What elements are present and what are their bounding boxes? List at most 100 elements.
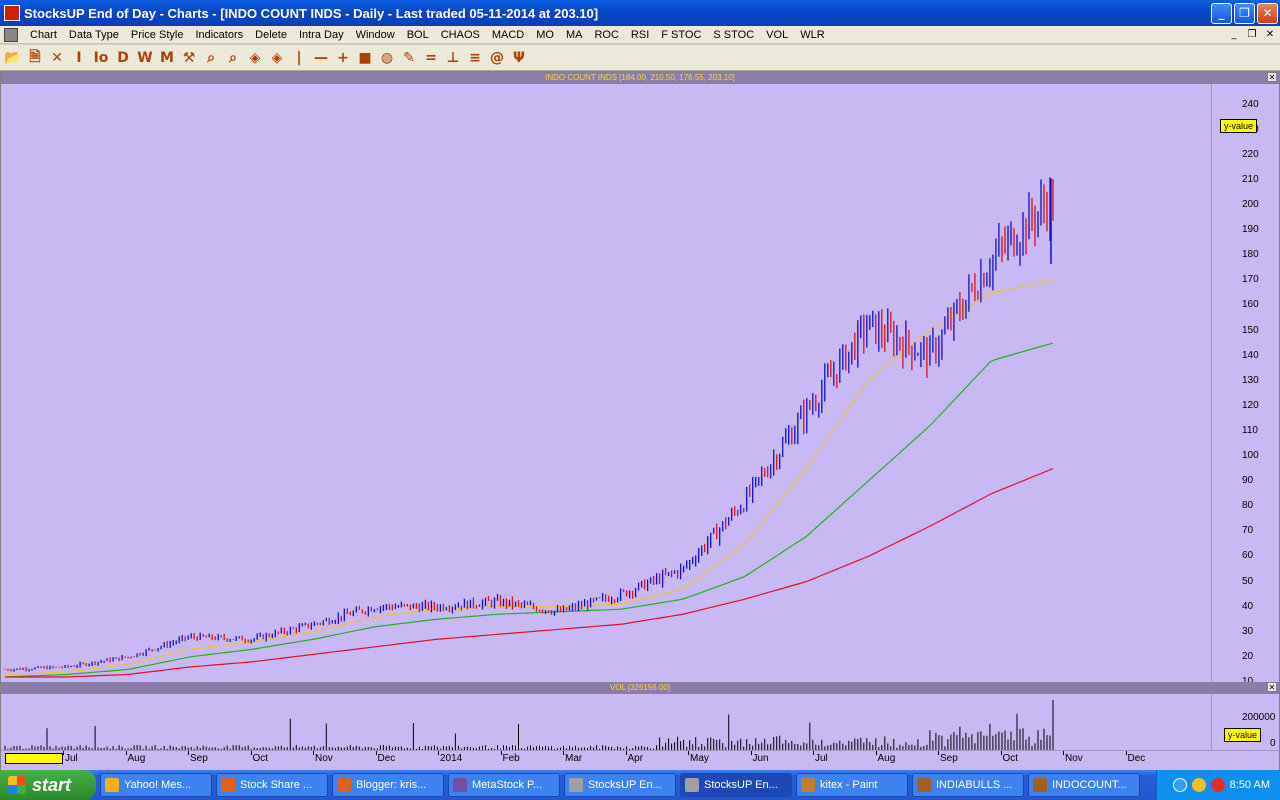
taskbar-item[interactable]: Stock Share ... — [216, 773, 328, 797]
taskbar-item[interactable]: INDOCOUNT... — [1028, 773, 1140, 797]
rect-icon[interactable]: ■ — [354, 47, 376, 69]
menu-ma[interactable]: MA — [560, 29, 589, 41]
alert-icon[interactable] — [1210, 778, 1225, 792]
price-y-axis: 2402302202102001901801701601501401301201… — [1211, 84, 1279, 687]
y-tick-label: 100 — [1242, 450, 1259, 462]
restore-button[interactable]: ❐ — [1234, 2, 1255, 24]
y-tick-label: 110 — [1242, 424, 1258, 436]
taskbar-item-label: Yahoo! Mes... — [124, 779, 192, 791]
diamond-icon[interactable]: ◈ — [244, 47, 266, 69]
taskbar-item[interactable]: Blogger: kris... — [332, 773, 444, 797]
lo-icon[interactable]: Io — [90, 47, 112, 69]
menu-window[interactable]: Window — [350, 29, 401, 41]
menu-s-stoc[interactable]: S STOC — [707, 29, 760, 41]
x-tick-mark — [188, 751, 189, 755]
taskbar-app-icon — [801, 778, 815, 792]
taskbar-item[interactable]: StocksUP En... — [564, 773, 676, 797]
y-tick-label: 60 — [1242, 550, 1254, 562]
x-tick-mark — [1125, 751, 1127, 755]
menu-macd[interactable]: MACD — [486, 29, 530, 41]
taskbar-item-label: Blogger: kris... — [356, 779, 427, 791]
taskbar-item-label: MetaStock P... — [472, 779, 543, 791]
menu-wlr[interactable]: WLR — [794, 29, 830, 41]
menu-delete[interactable]: Delete — [249, 29, 293, 41]
series-ma_mid — [4, 342, 1054, 678]
taskbar-item[interactable]: StocksUP En... — [680, 773, 792, 797]
globe-icon[interactable]: ◍ — [376, 47, 398, 69]
zoom-in-icon[interactable]: ⌕ — [200, 47, 222, 69]
volume-y-value-tag: y-value — [1224, 728, 1262, 742]
delete-icon[interactable]: ✕ — [46, 47, 68, 69]
x-scroll-marker[interactable] — [5, 753, 63, 764]
menu-intra-day[interactable]: Intra Day — [293, 29, 350, 41]
x-tick-mark — [1063, 751, 1064, 755]
perp-icon[interactable]: ⊥ — [442, 47, 464, 69]
at-icon[interactable]: @ — [486, 47, 508, 69]
task-list: Yahoo! Mes... Stock Share ... Blogger: kri… — [96, 773, 1140, 797]
menu-bol[interactable]: BOL — [401, 29, 435, 41]
menu-chaos[interactable]: CHAOS — [435, 29, 486, 41]
price-panel-close-button[interactable]: ✕ — [1267, 72, 1277, 82]
messenger-icon[interactable] — [1191, 778, 1206, 792]
series-ma_long — [5, 468, 1054, 678]
i-icon[interactable]: I — [68, 47, 90, 69]
y-tick-label: 20 — [1242, 650, 1254, 662]
hammer-icon[interactable]: ⚒ — [178, 47, 200, 69]
minimize-button[interactable]: _ — [1211, 2, 1232, 24]
close-button[interactable]: ✕ — [1257, 2, 1278, 24]
y-tick-label: 200 — [1242, 198, 1259, 210]
x-tick-mark — [938, 751, 939, 755]
eq-icon[interactable]: = — [420, 47, 442, 69]
menu-price-style[interactable]: Price Style — [125, 29, 190, 41]
taskbar-item[interactable]: INDIABULLS ... — [912, 773, 1024, 797]
taskbar-item[interactable]: MetaStock P... — [448, 773, 560, 797]
taskbar-item[interactable]: kitex - Paint — [796, 773, 908, 797]
menu-chart[interactable]: Chart — [24, 29, 63, 41]
taskbar-item[interactable]: Yahoo! Mes... — [100, 773, 212, 797]
taskbar-item-label: INDIABULLS ... — [936, 779, 1013, 791]
volume-y-axis: 200000 y-value 0 — [1211, 694, 1279, 750]
vline-icon[interactable]: | — [288, 47, 310, 69]
child-minimize-button[interactable]: _ — [1226, 28, 1242, 42]
volume-tick-label: 200000 — [1242, 712, 1276, 723]
child-restore-button[interactable]: ❐ — [1244, 28, 1260, 42]
w-icon[interactable]: W — [134, 47, 156, 69]
y-tick-label: 50 — [1242, 575, 1254, 587]
volume-panel-title: VOL [326156.00] — [609, 683, 671, 692]
x-tick-label: Jul — [65, 753, 78, 764]
menu-data-type[interactable]: Data Type — [63, 29, 125, 41]
menu-roc[interactable]: ROC — [588, 29, 624, 41]
hline-icon[interactable]: — — [310, 47, 332, 69]
x-tick-mark — [500, 751, 502, 755]
m-icon[interactable]: M — [156, 47, 178, 69]
pen-icon[interactable]: ✎ — [398, 47, 420, 69]
x-tick-mark — [813, 751, 814, 755]
menu-vol[interactable]: VOL — [760, 29, 794, 41]
x-tick-mark — [313, 751, 314, 755]
network-icon[interactable] — [1172, 778, 1187, 792]
fib-icon[interactable]: ≡ — [464, 47, 486, 69]
document-icon[interactable] — [4, 27, 18, 42]
zoom-out-icon[interactable]: ⌕ — [222, 47, 244, 69]
x-tick-label: Apr — [627, 753, 644, 764]
menu-mo[interactable]: MO — [530, 29, 560, 41]
psi-icon[interactable]: Ψ — [508, 47, 530, 69]
x-tick-mark — [875, 751, 877, 755]
open-icon[interactable]: 📂 — [2, 47, 24, 69]
new-icon[interactable]: 🗎 — [24, 47, 46, 69]
menu-indicators[interactable]: Indicators — [189, 29, 249, 41]
x-tick-label: Dec — [1127, 753, 1146, 764]
x-tick-mark — [63, 751, 64, 755]
child-close-button[interactable]: ✕ — [1262, 28, 1278, 42]
diamond2-icon[interactable]: ◈ — [266, 47, 288, 69]
cross-icon[interactable]: + — [332, 47, 354, 69]
series-ma_short — [4, 279, 1054, 676]
menu-f-stoc[interactable]: F STOC — [655, 29, 707, 41]
volume-panel[interactable] — [1, 694, 1211, 750]
d-icon[interactable]: D — [112, 47, 134, 69]
price-panel[interactable] — [1, 84, 1211, 682]
y-value-tag: y-value — [1220, 118, 1258, 133]
start-button[interactable]: start — [0, 770, 96, 800]
menu-rsi[interactable]: RSI — [625, 29, 655, 41]
volume-panel-close-button[interactable]: ✕ — [1267, 682, 1277, 692]
